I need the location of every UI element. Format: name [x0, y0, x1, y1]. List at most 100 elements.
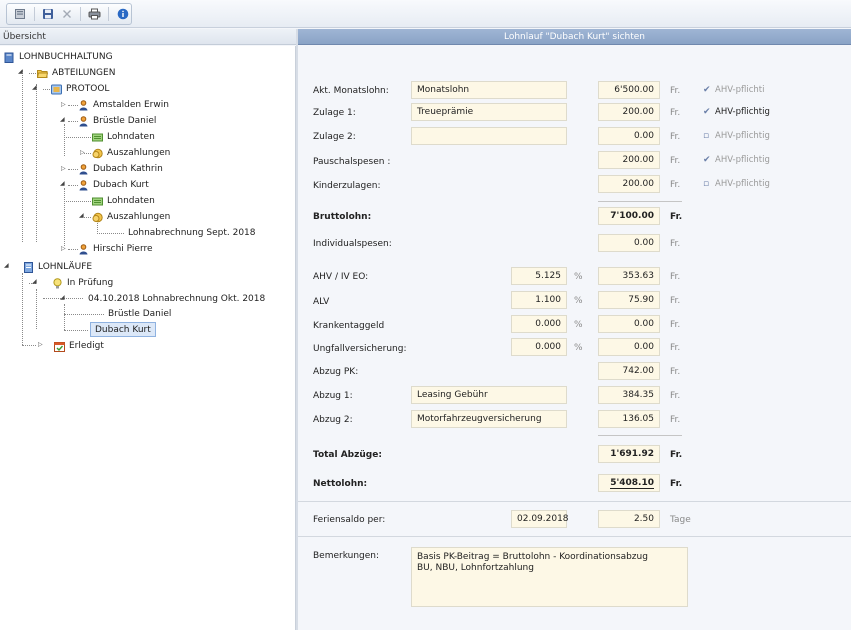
tree-node-lohndaten[interactable]: Lohndaten: [92, 193, 155, 209]
tree-node-lohnabrechnung[interactable]: Lohnabrechnung Sept. 2018: [128, 225, 256, 241]
nettolohn-value: 5'408.10: [610, 478, 654, 489]
ungfall-rate-field[interactable]: 0.000: [511, 338, 567, 356]
tree-node-lohnlauf[interactable]: 04.10.2018 Lohnabrechnung Okt. 2018: [88, 291, 265, 307]
bemerkungen-textarea[interactable]: Basis PK-Beitrag = Bruttolohn - Koordina…: [411, 547, 688, 607]
monatslohn-ahv-checkbox[interactable]: ✔ AHV-pflichti: [703, 85, 764, 95]
zulage2-label: Zulage 2:: [313, 132, 356, 142]
feriensaldo-amount-field[interactable]: 2.50: [598, 510, 660, 528]
tree-connector: [84, 217, 91, 218]
tree-node-employee[interactable]: Amstalden Erwin: [78, 97, 169, 113]
tree-node-employee[interactable]: Dubach Kathrin: [78, 161, 163, 177]
payment-icon: [92, 212, 103, 222]
krankentaggeld-rate-field[interactable]: 0.000: [511, 315, 567, 333]
ungfall-amount-field[interactable]: 0.00: [598, 338, 660, 356]
folder-open-icon: [37, 69, 48, 78]
tree-node-auszahlungen[interactable]: Auszahlungen: [92, 209, 170, 225]
tree-connector: [68, 121, 78, 122]
calendar-done-icon: [54, 341, 65, 352]
tree-node-label: Brüstle Daniel: [93, 116, 157, 126]
tree-node-lohndaten[interactable]: Lohndaten: [92, 129, 155, 145]
collapse-icon[interactable]: ◢: [60, 117, 66, 123]
tree-connector: [36, 289, 37, 329]
abzug2-label: Abzug 2:: [313, 415, 353, 425]
nettolohn-amount-field[interactable]: 5'408.10: [598, 474, 660, 492]
tree-node-employee[interactable]: Hirschi Pierre: [78, 241, 153, 257]
collapse-icon[interactable]: ◢: [32, 279, 38, 285]
collapse-icon[interactable]: ◢: [4, 263, 10, 269]
info-icon[interactable]: [114, 5, 131, 23]
abzug1-text-field[interactable]: Leasing Gebühr: [411, 386, 567, 404]
monatslohn-amount-field[interactable]: 6'500.00: [598, 81, 660, 99]
tree-node-employee[interactable]: Brüstle Daniel: [78, 113, 156, 129]
expand-icon[interactable]: ▷: [61, 246, 67, 252]
expand-icon[interactable]: ▷: [61, 102, 67, 108]
tree-node-label: Amstalden Erwin: [93, 100, 169, 110]
pauschalspesen-ahv-checkbox[interactable]: ✔ AHV-pflichtig: [703, 155, 770, 165]
kinderzulagen-label: Kinderzulagen:: [313, 181, 381, 191]
person-icon: [79, 99, 88, 110]
tree-node-lauf-employee-selected[interactable]: Dubach Kurt: [90, 322, 156, 337]
tree-node-erledigt[interactable]: Erledigt: [54, 338, 104, 354]
tree-node-protool[interactable]: PROTOOL: [51, 81, 109, 97]
tree-connector: [68, 169, 78, 170]
tree-node-label: LOHNBUCHHALTUNG: [19, 52, 113, 62]
abzug1-label: Abzug 1:: [313, 391, 353, 401]
bruttolohn-amount-field[interactable]: 7'100.00: [598, 207, 660, 225]
save-icon[interactable]: [40, 5, 57, 23]
tree-node-abteilungen[interactable]: ABTEILUNGEN: [37, 65, 115, 81]
abzug2-text-field[interactable]: Motorfahrzeugversicherung: [411, 410, 567, 428]
individualspesen-amount-field[interactable]: 0.00: [598, 234, 660, 252]
pauschalspesen-label: Pauschalspesen :: [313, 157, 391, 167]
delete-icon[interactable]: [59, 5, 76, 23]
abzug-pk-amount-field[interactable]: 742.00: [598, 362, 660, 380]
tree-node-employee[interactable]: Dubach Kurt: [78, 177, 149, 193]
ahv-amount-field[interactable]: 353.63: [598, 267, 660, 285]
collapse-icon[interactable]: ◢: [32, 85, 38, 91]
krankentaggeld-amount-field[interactable]: 0.00: [598, 315, 660, 333]
total-abzuege-amount-field[interactable]: 1'691.92: [598, 445, 660, 463]
person-icon: [79, 243, 88, 254]
collapse-icon[interactable]: ◢: [79, 213, 85, 219]
checkbox-unchecked-icon: ▫: [703, 179, 710, 189]
person-icon: [79, 179, 88, 190]
print-icon[interactable]: [86, 5, 103, 23]
alv-amount-field[interactable]: 75.90: [598, 291, 660, 309]
tree-node-lohnlaeufe[interactable]: LOHNLÄUFE: [23, 259, 92, 275]
ahv-rate-field[interactable]: 5.125: [511, 267, 567, 285]
days-unit: Tage: [670, 515, 691, 525]
zulage1-text-field[interactable]: Treueprämie: [411, 103, 567, 121]
zulage2-ahv-checkbox[interactable]: ▫ AHV-pflichtig: [703, 131, 770, 141]
document-icon[interactable]: [12, 5, 29, 23]
tree-node-label: 04.10.2018 Lohnabrechnung Okt. 2018: [88, 294, 266, 304]
salary-data-icon: [92, 133, 103, 141]
tree-node-lauf-employee[interactable]: Brüstle Daniel: [108, 306, 171, 322]
abzug1-amount-field[interactable]: 384.35: [598, 386, 660, 404]
alv-rate-field[interactable]: 1.100: [511, 291, 567, 309]
feriensaldo-date-field[interactable]: 02.09.2018: [511, 510, 569, 528]
collapse-icon[interactable]: ◢: [60, 295, 66, 301]
tree-node-lohnbuchhaltung[interactable]: LOHNBUCHHALTUNG: [4, 49, 113, 65]
pauschalspesen-amount-field[interactable]: 200.00: [598, 151, 660, 169]
expand-icon[interactable]: ▷: [80, 150, 86, 156]
toolbar-separator: [80, 7, 82, 21]
krankentaggeld-label: Krankentaggeld: [313, 321, 385, 331]
zulage2-text-field[interactable]: [411, 127, 567, 145]
kinderzulagen-ahv-checkbox[interactable]: ▫ AHV-pflichtig: [703, 179, 770, 189]
zulage1-amount-field[interactable]: 200.00: [598, 103, 660, 121]
expand-icon[interactable]: ▷: [38, 342, 44, 348]
collapse-icon[interactable]: ◢: [60, 181, 66, 187]
zulage1-ahv-checkbox[interactable]: ✔ AHV-pflichtig: [703, 107, 770, 117]
tree-connector: [97, 233, 124, 234]
collapse-icon[interactable]: ◢: [18, 69, 24, 75]
tree-node-auszahlungen[interactable]: Auszahlungen: [92, 145, 170, 161]
tree-node-in-pruefung[interactable]: In Prüfung: [52, 275, 113, 291]
zulage1-label: Zulage 1:: [313, 108, 356, 118]
monatslohn-text-field[interactable]: Monatslohn: [411, 81, 567, 99]
tree-connector: [68, 249, 78, 250]
tree-node-label: Auszahlungen: [107, 212, 171, 222]
abzug2-amount-field[interactable]: 136.05: [598, 410, 660, 428]
kinderzulagen-amount-field[interactable]: 200.00: [598, 175, 660, 193]
checkbox-checked-icon: ✔: [703, 155, 711, 165]
expand-icon[interactable]: ▷: [61, 166, 67, 172]
zulage2-amount-field[interactable]: 0.00: [598, 127, 660, 145]
